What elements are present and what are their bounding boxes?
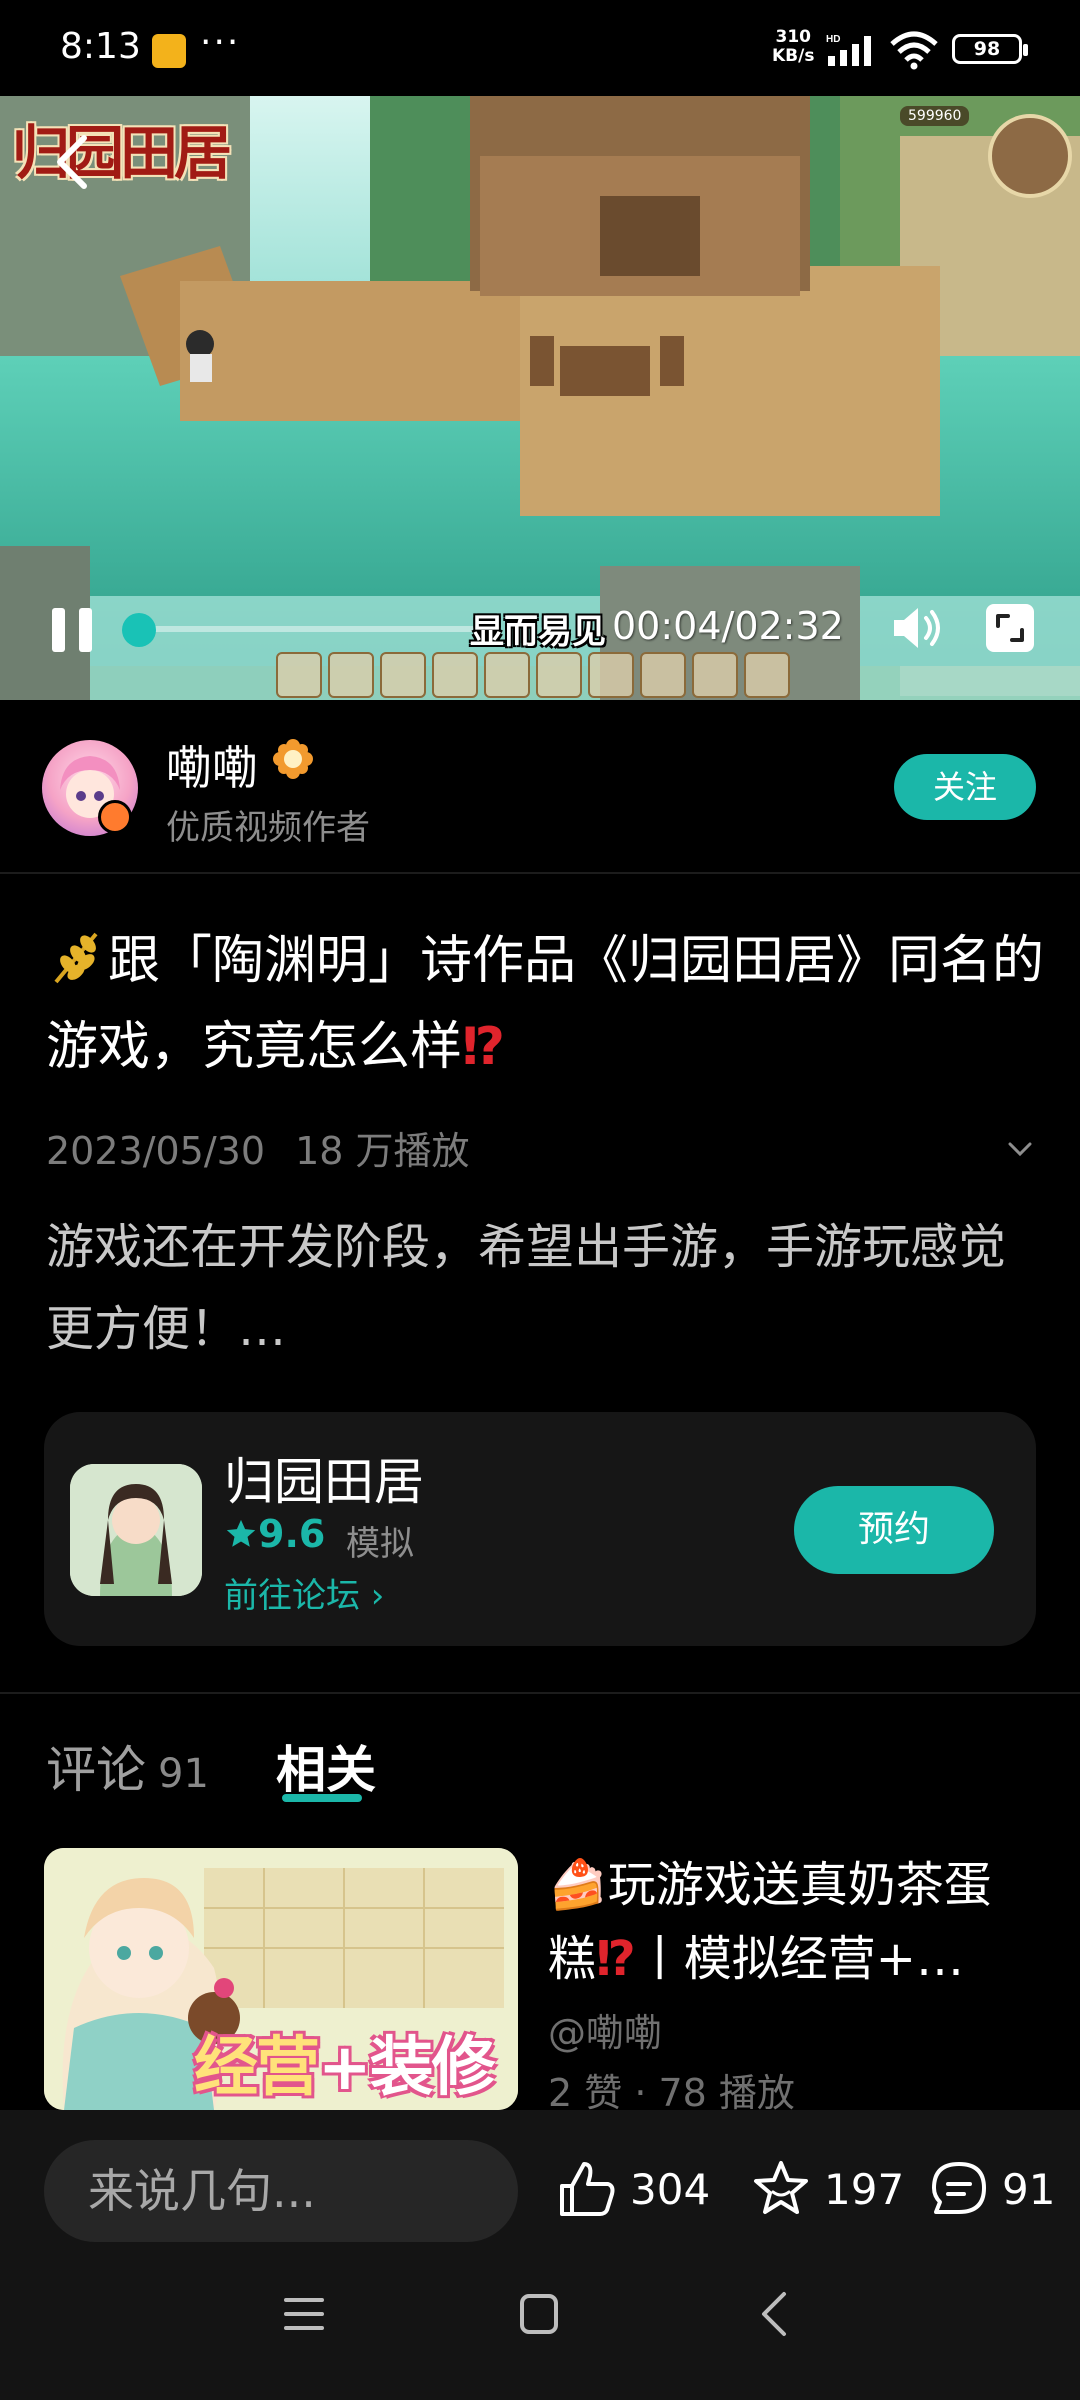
active-tab-indicator [282,1794,362,1802]
status-time: 8:13 [60,26,141,67]
back-icon[interactable] [48,132,96,192]
post-date: 2023/05/30 [46,1129,266,1173]
nav-menu-icon[interactable] [282,2292,326,2336]
nav-home-icon[interactable] [518,2292,560,2336]
hotbar-slot [380,652,426,698]
thumbnail-caption: 经营+装修 [194,2016,496,2108]
video-player[interactable]: 归园田居 599960 显而易见 00:04/02:32 [0,96,1080,700]
network-type: HD [826,34,840,45]
related-video-thumbnail[interactable]: 经营+装修 [44,1848,518,2110]
wheat-icon [54,932,98,984]
thumbnail-caption-b: +装修 [318,2031,496,2105]
post-title-text: 跟「陶渊明」诗作品《归园田居》同名的游戏，究竟怎么样 [46,931,1045,1077]
post-plays: 18 万播放 [295,1129,470,1173]
favorite-icon [754,2161,808,2214]
creator-badge-icon [98,800,132,834]
hotbar-slot [432,652,478,698]
flower-badge-icon [273,739,313,779]
like-button[interactable]: 304 [556,2154,710,2224]
game-name: 归园田居 [224,1453,424,1511]
hotbar-slot [640,652,686,698]
like-icon [560,2162,615,2216]
game-icon[interactable] [70,1464,202,1596]
notification-app-icon [152,34,186,68]
hotbar-slot [588,652,634,698]
pause-icon[interactable] [46,604,98,656]
system-nav-bar [0,2250,1080,2400]
related-video-stats: 2 赞 · 78 播放 [548,2071,795,2115]
network-speed-value: 310 [775,27,811,47]
favorite-button[interactable]: 197 [750,2154,904,2224]
game-hotbar [276,652,832,700]
content-tabs: 评论 91 相关 [0,1720,1080,1810]
video-subtitle: 显而易见 [470,612,606,652]
game-rating-value: 9.6 [258,1512,326,1556]
divider [0,1692,1080,1694]
signal-icon: HD [826,34,871,66]
fullscreen-icon[interactable] [984,602,1036,654]
status-bar: 8:13 ··· 310 KB/s HD 98 [0,0,1080,96]
game-coin-count: 599960 [900,106,970,126]
hotbar-slot [276,652,322,698]
game-logo: 归园田居 [12,119,232,187]
hotbar-slot [692,652,738,698]
game-genre: 模拟 [346,1524,414,1564]
forum-link[interactable]: 前往论坛 › [224,1568,384,1617]
chevron-down-icon[interactable] [1000,1136,1040,1164]
game-card[interactable]: 归园田居 9.6 模拟 前往论坛 › 预约 [44,1412,1036,1646]
cake-icon: 🍰 [548,1857,608,1913]
tab-comments-count: 91 [158,1751,209,1797]
favorite-count: 197 [824,2164,905,2214]
game-icon-illustration [70,1464,202,1596]
hotbar-slot [328,652,374,698]
related-title-part2: 丨模拟经营+… [635,1931,965,1987]
network-speed: 310 KB/s [772,28,814,66]
exclamation-question-icon: ⁉ [596,1931,636,1987]
exclamation-question-icon: ⁉ [462,1017,506,1077]
follow-button[interactable]: 关注 [894,754,1036,820]
star-icon [226,1519,256,1547]
reserve-button[interactable]: 预约 [794,1486,994,1574]
like-count: 304 [630,2164,711,2214]
author-name[interactable]: 嘞嘞 [166,732,258,798]
post-description[interactable]: 游戏还在开发阶段，希望出手游，手游玩感觉更方便！… [46,1206,1046,1370]
wifi-icon [890,31,938,70]
tab-comments[interactable]: 评论 91 [46,1730,209,1802]
hotbar-slot [536,652,582,698]
comment-input[interactable]: 来说几句... [44,2140,518,2242]
author-row: 嘞嘞 优质视频作者 关注 [0,700,1080,872]
network-speed-unit: KB/s [772,46,815,66]
hotbar-slot [484,652,530,698]
progress-bar[interactable] [140,626,500,632]
hotbar-slot [744,652,790,698]
post-title: 跟「陶渊明」诗作品《归园田居》同名的游戏，究竟怎么样⁉ [46,918,1046,1090]
tab-comments-label: 评论 [46,1741,146,1799]
progress-knob[interactable] [122,613,156,647]
author-tag: 优质视频作者 [166,808,370,848]
related-video-author[interactable]: @嘞嘞 [548,2002,662,2057]
divider [0,872,1080,874]
comment-count: 91 [1002,2164,1056,2214]
nav-back-icon[interactable] [754,2288,794,2340]
comment-icon [932,2162,986,2214]
tab-related[interactable]: 相关 [276,1730,376,1802]
battery-indicator: 98 [952,34,1028,64]
more-notifications-icon: ··· [200,22,241,63]
volume-icon[interactable] [888,602,942,654]
post-meta: 2023/05/30 18 万播放 [46,1120,470,1175]
related-video-title[interactable]: 🍰玩游戏送真奶茶蛋糕⁉丨模拟经营+… [548,1848,1048,1996]
thumbnail-caption-a: 经营 [194,2031,320,2105]
comment-button[interactable]: 91 [928,2154,1055,2224]
video-time: 00:04/02:32 [612,604,844,648]
bottom-action-bar: 来说几句... 304 197 91 [0,2110,1080,2250]
game-rating: 9.6 [224,1512,325,1556]
